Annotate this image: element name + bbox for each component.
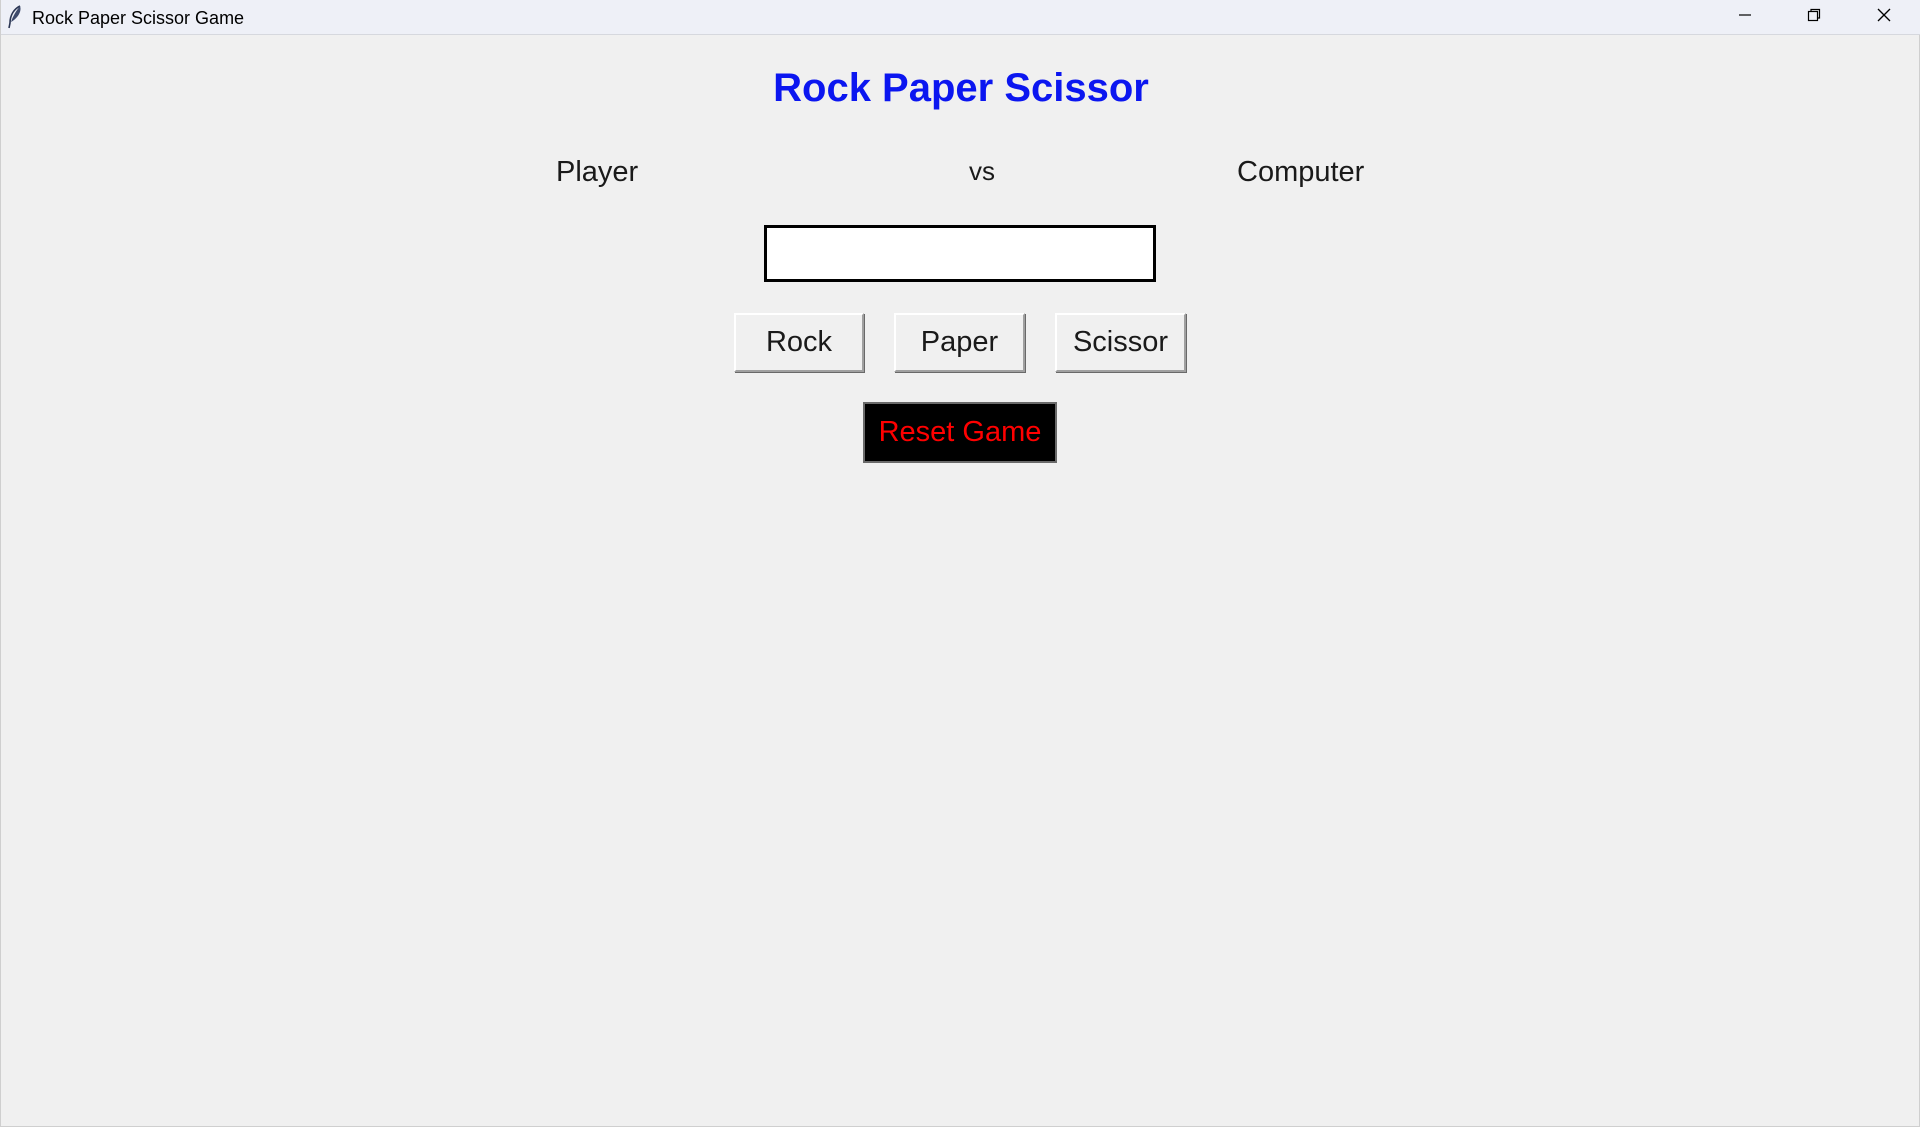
player-label: Player <box>556 156 639 188</box>
restore-icon <box>1806 7 1822 28</box>
close-button[interactable] <box>1849 0 1919 34</box>
computer-label: Computer <box>1237 156 1365 188</box>
page-title: Rock Paper Scissor <box>773 66 1149 110</box>
minimize-button[interactable] <box>1710 0 1780 34</box>
scissor-button[interactable]: Scissor <box>1055 313 1186 372</box>
feather-icon <box>7 5 23 29</box>
restore-button[interactable] <box>1779 0 1849 34</box>
paper-button[interactable]: Paper <box>894 313 1025 372</box>
close-icon <box>1876 7 1892 28</box>
app-window: Rock Paper Scissor Game Rock Paper Sciss… <box>0 0 1920 1127</box>
window-title: Rock Paper Scissor Game <box>32 8 245 28</box>
minimize-icon <box>1737 7 1753 28</box>
vs-label: vs <box>969 156 995 186</box>
result-field[interactable] <box>764 225 1156 282</box>
rock-button[interactable]: Rock <box>734 313 864 372</box>
reset-game-button[interactable]: Reset Game <box>863 402 1057 463</box>
title-bar[interactable]: Rock Paper Scissor Game <box>1 0 1920 35</box>
